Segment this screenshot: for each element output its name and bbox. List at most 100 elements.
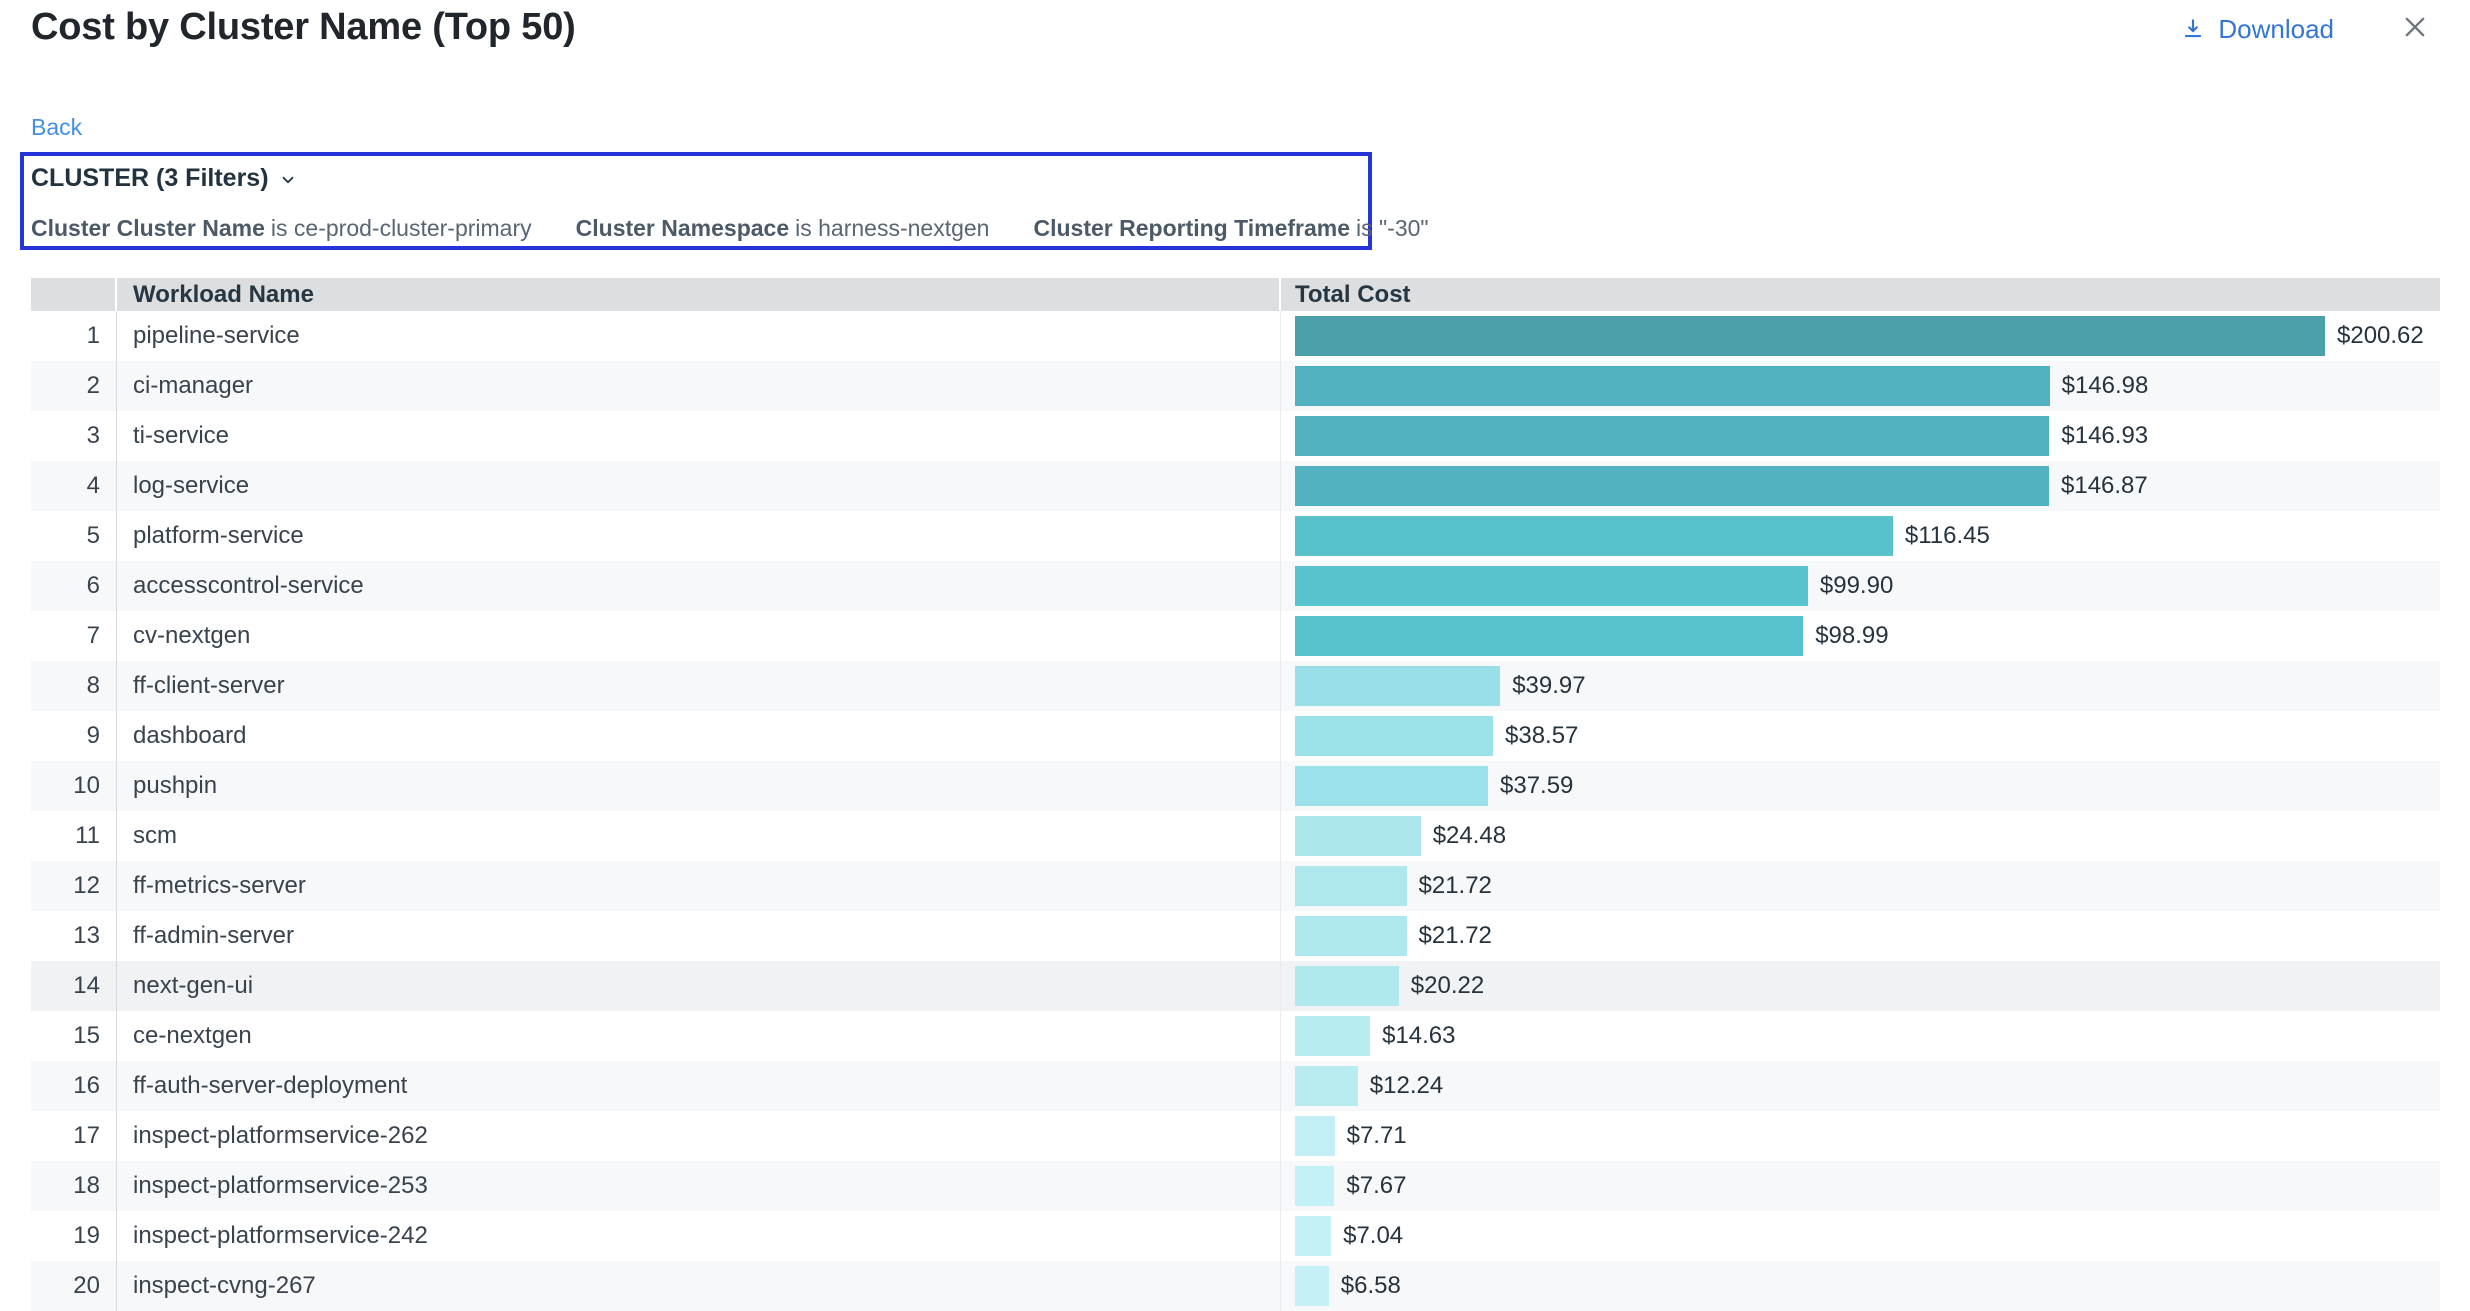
cost-bar[interactable] <box>1295 516 1893 556</box>
close-icon <box>2401 13 2429 46</box>
cost-bar[interactable] <box>1295 866 1407 906</box>
row-rank: 14 <box>31 961 117 1011</box>
row-workload-name: accesscontrol-service <box>117 561 1281 611</box>
cost-value: $7.67 <box>1346 1172 1406 1200</box>
row-workload-name: next-gen-ui <box>117 961 1281 1011</box>
cost-value: $6.58 <box>1341 1272 1401 1300</box>
filter-field: Cluster Reporting Timeframe <box>1033 215 1350 241</box>
cost-bar[interactable] <box>1295 1066 1358 1106</box>
workload-name-column-header[interactable]: Workload Name <box>117 278 1281 311</box>
row-cost-cell: $12.24 <box>1281 1061 2440 1111</box>
row-rank: 10 <box>31 761 117 811</box>
download-icon <box>2180 16 2206 42</box>
cost-bar[interactable] <box>1295 366 2050 406</box>
cost-value: $98.99 <box>1815 622 1888 650</box>
cost-bar[interactable] <box>1295 816 1421 856</box>
cost-bar[interactable] <box>1295 466 2049 506</box>
table-row: 14 next-gen-ui $20.22 <box>31 961 2440 1011</box>
table-header: Workload Name Total Cost <box>31 278 2440 311</box>
filter-condition-namespace[interactable]: Cluster Namespaceis harness-nextgen <box>576 215 990 242</box>
row-rank: 3 <box>31 411 117 461</box>
row-cost-cell: $200.62 <box>1281 311 2440 361</box>
filter-value: is harness-nextgen <box>795 215 989 241</box>
row-workload-name: platform-service <box>117 511 1281 561</box>
table-row: 8 ff-client-server $39.97 <box>31 661 2440 711</box>
row-rank: 16 <box>31 1061 117 1111</box>
table-row: 3 ti-service $146.93 <box>31 411 2440 461</box>
row-cost-cell: $39.97 <box>1281 661 2440 711</box>
row-cost-cell: $146.98 <box>1281 361 2440 411</box>
row-rank: 12 <box>31 861 117 911</box>
row-cost-cell: $99.90 <box>1281 561 2440 611</box>
table-row: 16 ff-auth-server-deployment $12.24 <box>31 1061 2440 1111</box>
row-cost-cell: $7.67 <box>1281 1161 2440 1211</box>
row-workload-name: ff-admin-server <box>117 911 1281 961</box>
table-row: 18 inspect-platformservice-253 $7.67 <box>31 1161 2440 1211</box>
row-rank: 7 <box>31 611 117 661</box>
row-cost-cell: $38.57 <box>1281 711 2440 761</box>
filter-condition-timeframe[interactable]: Cluster Reporting Timeframeis "-30" <box>1033 215 1428 242</box>
row-rank: 11 <box>31 811 117 861</box>
cost-value: $146.87 <box>2061 472 2148 500</box>
cost-bar[interactable] <box>1295 1166 1334 1206</box>
row-cost-cell: $7.71 <box>1281 1111 2440 1161</box>
table-row: 17 inspect-platformservice-262 $7.71 <box>31 1111 2440 1161</box>
cost-value: $39.97 <box>1512 672 1585 700</box>
table-body: 1 pipeline-service $200.62 2 ci-manager … <box>31 311 2440 1311</box>
row-workload-name: cv-nextgen <box>117 611 1281 661</box>
table-row: 1 pipeline-service $200.62 <box>31 311 2440 361</box>
row-cost-cell: $146.87 <box>1281 461 2440 511</box>
cost-value: $146.93 <box>2061 422 2148 450</box>
total-cost-column-header[interactable]: Total Cost <box>1281 278 2440 311</box>
close-button[interactable] <box>2398 12 2432 46</box>
row-workload-name: dashboard <box>117 711 1281 761</box>
table-row: 2 ci-manager $146.98 <box>31 361 2440 411</box>
row-cost-cell: $21.72 <box>1281 861 2440 911</box>
filter-field: Cluster Namespace <box>576 215 790 241</box>
cost-bar[interactable] <box>1295 766 1488 806</box>
filter-summary-label: CLUSTER (3 Filters) <box>31 164 269 193</box>
row-workload-name: inspect-cvng-267 <box>117 1261 1281 1311</box>
cost-bar[interactable] <box>1295 416 2049 456</box>
cost-bar[interactable] <box>1295 666 1500 706</box>
cost-bar[interactable] <box>1295 966 1399 1006</box>
cost-bar[interactable] <box>1295 1216 1331 1256</box>
cost-value: $99.90 <box>1820 572 1893 600</box>
cost-bar[interactable] <box>1295 716 1493 756</box>
cost-bar[interactable] <box>1295 316 2325 356</box>
row-cost-cell: $14.63 <box>1281 1011 2440 1061</box>
row-cost-cell: $37.59 <box>1281 761 2440 811</box>
row-cost-cell: $6.58 <box>1281 1261 2440 1311</box>
row-rank: 8 <box>31 661 117 711</box>
table-row: 15 ce-nextgen $14.63 <box>31 1011 2440 1061</box>
cost-value: $38.57 <box>1505 722 1578 750</box>
cost-bar[interactable] <box>1295 1266 1329 1306</box>
table-row: 5 platform-service $116.45 <box>31 511 2440 561</box>
filter-field: Cluster Cluster Name <box>31 215 265 241</box>
filter-condition-cluster-name[interactable]: Cluster Cluster Nameis ce-prod-cluster-p… <box>31 215 532 242</box>
row-rank: 13 <box>31 911 117 961</box>
filter-conditions: Cluster Cluster Nameis ce-prod-cluster-p… <box>31 215 1368 242</box>
rank-column-header <box>31 278 117 311</box>
row-rank: 20 <box>31 1261 117 1311</box>
back-link[interactable]: Back <box>31 114 82 141</box>
cost-bar[interactable] <box>1295 1116 1335 1156</box>
row-rank: 6 <box>31 561 117 611</box>
cost-bar[interactable] <box>1295 616 1803 656</box>
table-row: 10 pushpin $37.59 <box>31 761 2440 811</box>
filter-summary-toggle[interactable]: CLUSTER (3 Filters) <box>31 164 297 193</box>
download-label: Download <box>2218 14 2334 45</box>
cost-bar[interactable] <box>1295 1016 1370 1056</box>
row-workload-name: log-service <box>117 461 1281 511</box>
cost-bar[interactable] <box>1295 566 1808 606</box>
row-workload-name: ci-manager <box>117 361 1281 411</box>
row-workload-name: ce-nextgen <box>117 1011 1281 1061</box>
table-row: 13 ff-admin-server $21.72 <box>31 911 2440 961</box>
table-row: 20 inspect-cvng-267 $6.58 <box>31 1261 2440 1311</box>
download-button[interactable]: Download <box>2180 14 2334 45</box>
row-cost-cell: $7.04 <box>1281 1211 2440 1261</box>
table-row: 9 dashboard $38.57 <box>31 711 2440 761</box>
cost-bar[interactable] <box>1295 916 1407 956</box>
cost-table: Workload Name Total Cost 1 pipeline-serv… <box>31 278 2440 1311</box>
table-row: 11 scm $24.48 <box>31 811 2440 861</box>
